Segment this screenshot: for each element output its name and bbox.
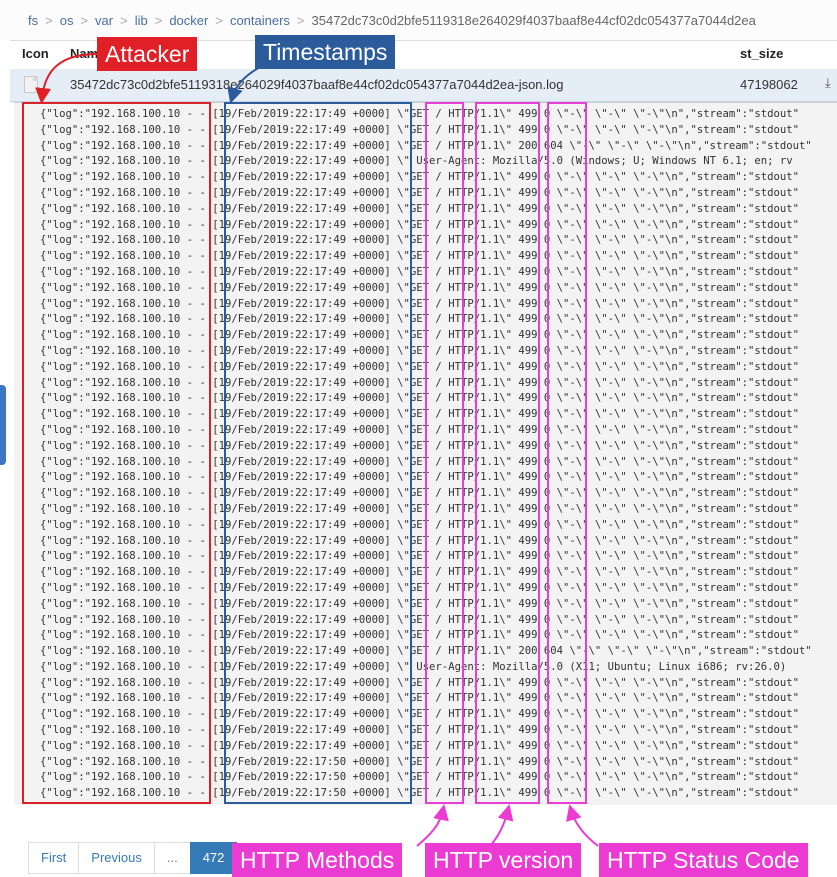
log-line: {"log":"192.168.100.10 - - [19/Feb/2019:… [40, 755, 799, 768]
log-line: {"log":"192.168.100.10 - - [19/Feb/2019:… [40, 708, 799, 721]
log-line: {"log":"192.168.100.10 - - [19/Feb/2019:… [40, 676, 799, 689]
log-line: {"log":"192.168.100.10 - - [19/Feb/2019:… [40, 108, 799, 120]
log-line: {"log":"192.168.100.10 - - [19/Feb/2019:… [40, 471, 799, 484]
log-line: {"log":"192.168.100.10 - - [19/Feb/2019:… [40, 724, 799, 737]
timestamps-label: Timestamps [255, 35, 396, 69]
breadcrumb-item: 35472dc73c0d2bfe5119318e264029f4037baaf8… [311, 12, 756, 28]
status-arrow [566, 804, 599, 847]
log-line: {"log":"192.168.100.10 - - [19/Feb/2019:… [40, 613, 799, 626]
log-line: {"log":"192.168.100.10 - - [19/Feb/2019:… [40, 202, 799, 215]
breadcrumb-item[interactable]: os [60, 13, 74, 28]
log-line: {"log":"192.168.100.10 - - [19/Feb/2019:… [40, 329, 799, 342]
log-line: {"log":"192.168.100.10 - - [19/Feb/2019:… [40, 281, 799, 294]
log-line: {"log":"192.168.100.10 - - [19/Feb/2019:… [40, 739, 799, 752]
log-line: {"log":"192.168.100.10 - - [19/Feb/2019:… [40, 297, 799, 310]
log-line: {"log":"192.168.100.10 - - [19/Feb/2019:… [40, 218, 799, 231]
log-line: {"log":"192.168.100.10 - - [19/Feb/2019:… [40, 408, 799, 421]
side-panel-toggle[interactable] [0, 385, 6, 465]
log-line: {"log":"192.168.100.10 - - [19/Feb/2019:… [40, 597, 799, 610]
log-line: {"log":"192.168.100.10 - - [19/Feb/2019:… [40, 771, 799, 784]
log-line: {"log":"192.168.100.10 - - [19/Feb/2019:… [40, 123, 799, 136]
http-version-label: HTTP version [425, 843, 582, 877]
breadcrumb-separator: > [296, 12, 305, 28]
breadcrumb-separator: > [45, 12, 53, 28]
log-line: {"log":"192.168.100.10 - - [19/Feb/2019:… [40, 171, 799, 184]
log-line: {"log":"192.168.100.10 - - [19/Feb/2019:… [40, 566, 799, 579]
log-lines: {"log":"192.168.100.10 - - [19/Feb/2019:… [40, 107, 812, 802]
pagination-ellipsis: ... [153, 842, 191, 874]
log-line: {"log":"192.168.100.10 - - [19/Feb/2019:… [40, 139, 812, 152]
breadcrumb-separator: > [120, 12, 128, 28]
breadcrumb-item[interactable]: var [95, 13, 113, 28]
methods-arrow [416, 804, 449, 847]
log-line: {"log":"192.168.100.10 - - [19/Feb/2019:… [40, 250, 799, 263]
breadcrumb-item[interactable]: docker [169, 13, 208, 28]
http-status-code-label: HTTP Status Code [599, 843, 808, 877]
log-line: {"log":"192.168.100.10 - - [19/Feb/2019:… [40, 360, 799, 373]
log-line: {"log":"192.168.100.10 - - [19/Feb/2019:… [40, 439, 799, 452]
log-line: {"log":"192.168.100.10 - - [19/Feb/2019:… [40, 550, 799, 563]
previous-page-button[interactable]: Previous [78, 842, 155, 874]
log-line: {"log":"192.168.100.10 - - [19/Feb/2019:… [40, 234, 799, 247]
http-methods-label: HTTP Methods [232, 843, 403, 877]
log-line: {"log":"192.168.100.10 - - [19/Feb/2019:… [40, 265, 799, 278]
breadcrumb-separator: > [80, 12, 89, 28]
current-page-button[interactable]: 472 [189, 842, 238, 874]
pagination: First Previous ... 472 [28, 842, 238, 874]
version-arrow [489, 804, 514, 847]
log-line: {"log":"192.168.100.10 - - [19/Feb/2019:… [40, 487, 799, 500]
log-line: {"log":"192.168.100.10 - - [19/Feb/2019:… [40, 645, 812, 658]
log-line: {"log":"192.168.100.10 - - [19/Feb/2019:… [40, 313, 799, 326]
log-line: {"log":"192.168.100.10 - - [19/Feb/2019:… [40, 155, 793, 168]
log-line: {"log":"192.168.100.10 - - [19/Feb/2019:… [40, 502, 799, 515]
log-line: {"log":"192.168.100.10 - - [19/Feb/2019:… [40, 581, 799, 594]
breadcrumb-separator: > [215, 12, 223, 28]
file-row[interactable]: 35472dc73c0d2bfe5119318e264029f4037baaf8… [10, 69, 837, 102]
column-header-st-size[interactable]: st_size [740, 46, 783, 61]
log-line: {"log":"192.168.100.10 - - [19/Feb/2019:… [40, 344, 799, 357]
log-line: {"log":"192.168.100.10 - - [19/Feb/2019:… [40, 518, 799, 531]
log-line: {"log":"192.168.100.10 - - [19/Feb/2019:… [40, 629, 799, 642]
breadcrumb-item[interactable]: containers [230, 13, 290, 28]
column-header-icon[interactable]: Icon [22, 46, 49, 61]
log-line: {"log":"192.168.100.10 - - [19/Feb/2019:… [40, 692, 799, 705]
log-line: {"log":"192.168.100.10 - - [19/Feb/2019:… [40, 392, 799, 405]
first-page-button[interactable]: First [28, 842, 80, 874]
breadcrumb-item[interactable]: lib [135, 13, 148, 28]
breadcrumb-separator: > [154, 12, 163, 28]
breadcrumb: fs > os > var > lib > docker > containers >35472dc7… [0, 0, 837, 40]
log-line: {"log":"192.168.100.10 - - [19/Feb/2019:… [40, 534, 799, 547]
download-icon[interactable]: ⤓ [825, 75, 831, 91]
log-line: {"log":"192.168.100.10 - - [19/Feb/2019:… [40, 186, 799, 199]
file-name[interactable]: 35472dc73c0d2bfe5119318e264029f4037baaf8… [70, 77, 564, 92]
log-line: {"log":"192.168.100.10 - - [19/Feb/2019:… [40, 455, 799, 468]
log-line: {"log":"192.168.100.10 - - [19/Feb/2019:… [40, 376, 799, 389]
file-icon [24, 76, 38, 93]
log-line: {"log":"192.168.100.10 - - [19/Feb/2019:… [40, 423, 799, 436]
log-content-panel[interactable]: {"log":"192.168.100.10 - - [19/Feb/2019:… [14, 102, 837, 805]
log-line: {"log":"192.168.100.10 - - [19/Feb/2019:… [40, 787, 799, 800]
breadcrumb-item[interactable]: fs [28, 13, 38, 28]
attacker-label: Attacker [97, 37, 198, 71]
log-line: {"log":"192.168.100.10 - - [19/Feb/2019:… [40, 660, 787, 673]
file-size: 47198062 [740, 77, 798, 92]
